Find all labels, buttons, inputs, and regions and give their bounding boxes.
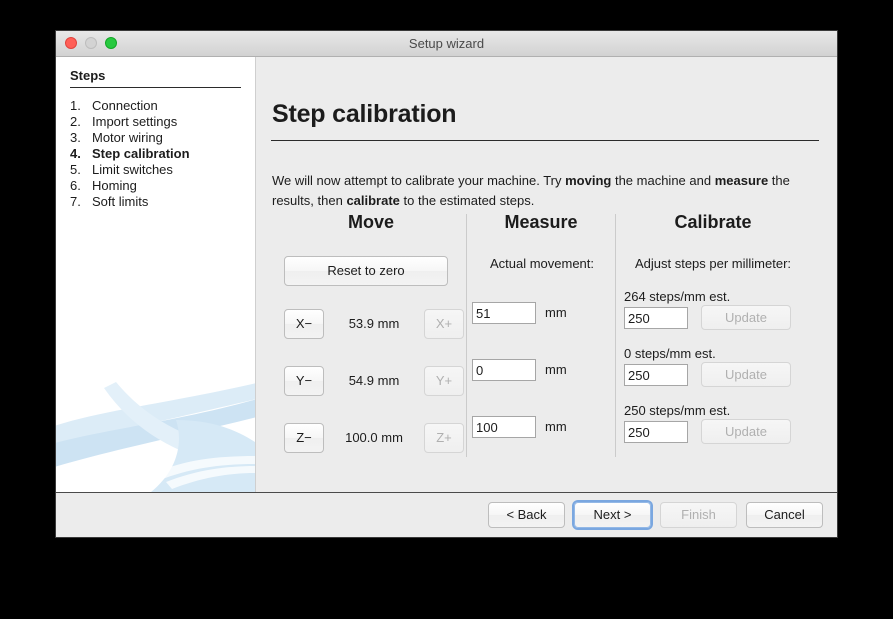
- back-button[interactable]: < Back: [488, 502, 565, 528]
- move-distance-value: 54.9 mm: [348, 373, 400, 388]
- update-button: Update: [701, 305, 791, 330]
- calibrate-input-row: Update: [624, 362, 791, 387]
- move-distance-value: 53.9 mm: [348, 316, 400, 331]
- title-divider: [271, 140, 819, 141]
- screen: Setup wizard Steps 1. Connection 2. Import …: [0, 0, 893, 619]
- actual-movement-input[interactable]: [472, 416, 536, 438]
- sidebar-step-number: 2.: [70, 114, 81, 129]
- sidebar-step-item[interactable]: 4. Step calibration: [56, 146, 255, 162]
- calibrate-group: 0 steps/mm est.Update: [624, 346, 791, 387]
- move-plus-button: Z+: [424, 423, 464, 453]
- actual-movement-input[interactable]: [472, 359, 536, 381]
- sidebar-step-label: Step calibration: [92, 146, 190, 161]
- sidebar-step-number: 4.: [70, 146, 81, 161]
- wizard-footer: < Back Next > Finish Cancel: [56, 492, 837, 537]
- move-axis-row: Y− 54.9 mm Y+: [284, 366, 466, 396]
- move-plus-button: X+: [424, 309, 464, 339]
- calibrate-input-row: Update: [624, 305, 791, 330]
- sidebar-step-label: Motor wiring: [92, 130, 163, 145]
- actual-movement-input[interactable]: [472, 302, 536, 324]
- sidebar-step-item[interactable]: 7. Soft limits: [56, 194, 255, 210]
- sidebar-step-item[interactable]: 6. Homing: [56, 178, 255, 194]
- move-minus-button[interactable]: X−: [284, 309, 324, 339]
- next-button[interactable]: Next >: [574, 502, 651, 528]
- sidebar-step-number: 3.: [70, 130, 81, 145]
- intro-text-part-4: to the estimated steps.: [399, 193, 535, 208]
- column-divider-1: [466, 214, 467, 457]
- window-title: Setup wizard: [408, 36, 485, 51]
- column-header-move: Move: [347, 212, 394, 232]
- window-body: Steps 1. Connection 2. Import settings 3. Mot…: [56, 57, 837, 492]
- steps-per-mm-input[interactable]: [624, 421, 688, 443]
- sidebar-step-number: 1.: [70, 98, 81, 113]
- update-button: Update: [701, 419, 791, 444]
- intro-text-part-2: the machine and: [611, 173, 712, 188]
- sidebar-step-item[interactable]: 5. Limit switches: [56, 162, 255, 178]
- intro-text-moving: moving: [565, 173, 612, 188]
- sidebar-step-label: Homing: [92, 178, 137, 193]
- intro-text-measure: measure: [714, 173, 769, 188]
- reset-to-zero-button[interactable]: Reset to zero: [284, 256, 448, 286]
- sidebar-heading: Steps: [70, 68, 241, 88]
- intro-text-calibrate: calibrate: [346, 193, 400, 208]
- cancel-button[interactable]: Cancel: [746, 502, 823, 528]
- steps-list: 1. Connection 2. Import settings 3. Motor wir…: [56, 98, 255, 210]
- move-plus-button: Y+: [424, 366, 464, 396]
- steps-sidebar: Steps 1. Connection 2. Import settings 3. Mot…: [56, 57, 256, 492]
- move-axis-row: X− 53.9 mm X+: [284, 309, 466, 339]
- move-minus-button[interactable]: Z−: [284, 423, 324, 453]
- sidebar-step-item[interactable]: 1. Connection: [56, 98, 255, 114]
- steps-estimate-label: 264 steps/mm est.: [624, 289, 731, 304]
- actual-movement-label: Actual movement:: [489, 256, 595, 271]
- page-title: Step calibration: [272, 100, 457, 128]
- move-minus-button[interactable]: Y−: [284, 366, 324, 396]
- measure-unit-label: mm: [545, 362, 567, 377]
- move-distance-value: 100.0 mm: [345, 430, 403, 445]
- steps-per-mm-input[interactable]: [624, 364, 688, 386]
- sidebar-step-number: 7.: [70, 194, 81, 209]
- sidebar-step-number: 6.: [70, 178, 81, 193]
- setup-wizard-window: Setup wizard Steps 1. Connection 2. Import …: [56, 31, 837, 537]
- sidebar-step-label: Soft limits: [92, 194, 149, 209]
- measure-unit-label: mm: [545, 419, 567, 434]
- sidebar-step-item[interactable]: 3. Motor wiring: [56, 130, 255, 146]
- footer-button-group: < Back Next > Finish Cancel: [488, 502, 823, 528]
- move-axis-row: Z− 100.0 mm Z+: [284, 423, 466, 453]
- intro-text-part-1: We will now attempt to calibrate your ma…: [272, 173, 566, 188]
- finish-button: Finish: [660, 502, 737, 528]
- adjust-steps-label: Adjust steps per millimeter:: [634, 256, 792, 271]
- sidebar-step-item[interactable]: 2. Import settings: [56, 114, 255, 130]
- steps-estimate-label: 250 steps/mm est.: [624, 403, 731, 418]
- column-header-measure: Measure: [504, 212, 578, 232]
- steps-per-mm-input[interactable]: [624, 307, 688, 329]
- steps-estimate-label: 0 steps/mm est.: [624, 346, 716, 361]
- intro-text: We will now attempt to calibrate your ma…: [272, 171, 792, 211]
- wizard-page-content: Step calibration We will now attempt to …: [256, 57, 837, 492]
- column-divider-2: [615, 214, 616, 457]
- calibrate-input-row: Update: [624, 419, 791, 444]
- sidebar-step-label: Import settings: [92, 114, 178, 129]
- sidebar-step-label: Connection: [92, 98, 158, 113]
- update-button: Update: [701, 362, 791, 387]
- measure-unit-label: mm: [545, 305, 567, 320]
- sidebar-step-label: Limit switches: [92, 162, 173, 177]
- window-titlebar: Setup wizard: [56, 31, 837, 57]
- column-header-calibrate: Calibrate: [674, 212, 752, 232]
- calibrate-group: 250 steps/mm est.Update: [624, 403, 791, 444]
- calibrate-group: 264 steps/mm est.Update: [624, 289, 791, 330]
- decorative-swoosh-graphic: [56, 382, 255, 492]
- sidebar-step-number: 5.: [70, 162, 81, 177]
